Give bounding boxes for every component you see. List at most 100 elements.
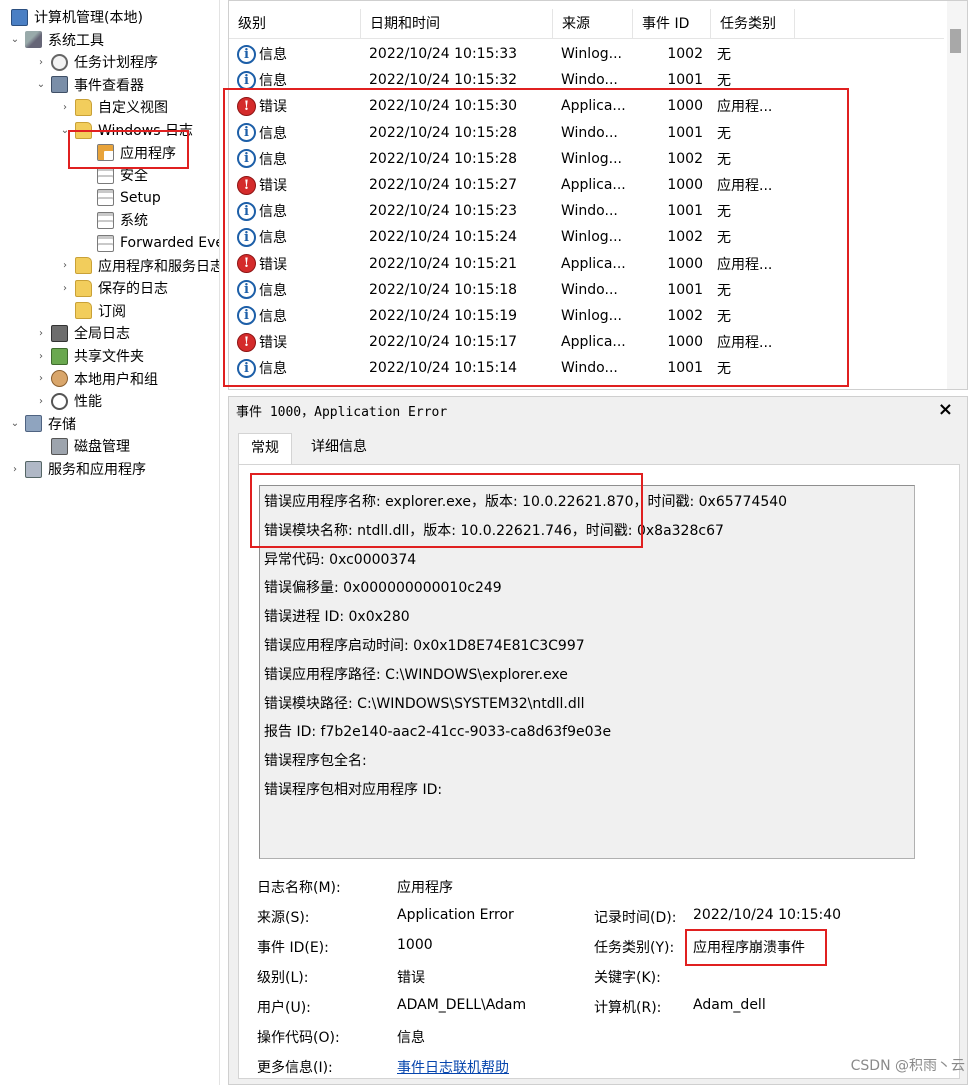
tab-details[interactable]: 详细信息 <box>299 433 379 465</box>
scrollbar-thumb[interactable] <box>950 29 961 53</box>
tree-node-label: 任务计划程序 <box>74 55 158 72</box>
table-row[interactable]: ! 错误 2022/10/24 10:15:30 Applica... 1000 应用程.… <box>229 93 944 119</box>
source-cell: Applica... <box>561 177 626 194</box>
column-header-source[interactable]: 来源 <box>553 9 633 39</box>
chevron-down-icon[interactable]: ⌄ <box>8 34 22 45</box>
event-list: 级别 日期和时间 来源 事件 ID 任务类别 i 信息 2022/10/24 10:… <box>228 0 968 390</box>
tree-node[interactable]: Setup <box>80 187 161 209</box>
datetime-cell: 2022/10/24 10:15:28 <box>369 124 518 141</box>
tree-node[interactable]: › 服务和应用程序 <box>8 458 146 480</box>
opcode-label: 操作代码(O): <box>257 1030 340 1046</box>
keywords-label: 关键字(K): <box>594 970 661 986</box>
event-description-box[interactable]: 错误应用程序名称: explorer.exe，版本: 10.0.22621.87… <box>259 485 915 859</box>
tree-node[interactable]: 订阅 <box>58 300 126 322</box>
level-text: 错误 <box>259 335 287 352</box>
tree-node[interactable]: › 本地用户和组 <box>34 368 158 390</box>
source-cell: Winlog... <box>561 229 622 246</box>
tree-node[interactable]: Forwarded Even <box>80 232 219 254</box>
tree-node-label: 事件查看器 <box>74 77 144 94</box>
task-category-cell: 无 <box>717 125 731 142</box>
close-icon[interactable]: × <box>938 399 953 420</box>
chevron-right-icon[interactable]: › <box>34 57 48 68</box>
column-header-event-id[interactable]: 事件 ID <box>633 9 711 39</box>
chevron-right-icon[interactable]: › <box>34 328 48 339</box>
event-id-cell: 1001 <box>667 124 703 141</box>
table-row[interactable]: ! 错误 2022/10/24 10:15:21 Applica... 1000 应用程.… <box>229 251 944 277</box>
table-row[interactable]: i 信息 2022/10/24 10:15:23 Windo... 1001 无 <box>229 198 944 224</box>
datetime-cell: 2022/10/24 10:15:24 <box>369 229 518 246</box>
chevron-right-icon[interactable]: › <box>58 102 72 113</box>
table-row[interactable]: i 信息 2022/10/24 10:15:18 Windo... 1001 无 <box>229 277 944 303</box>
info-icon: i <box>237 201 256 221</box>
table-row[interactable]: i 信息 2022/10/24 10:15:28 Winlog... 1002 无 <box>229 146 944 172</box>
table-row[interactable]: i 信息 2022/10/24 10:15:24 Winlog... 1002 无 <box>229 224 944 250</box>
info-icon: i <box>237 44 256 64</box>
table-row[interactable]: ! 错误 2022/10/24 10:15:17 Applica... 1000 应用程.… <box>229 329 944 355</box>
level-cell: i 信息 <box>229 70 361 90</box>
chevron-down-icon[interactable]: ⌄ <box>58 125 72 136</box>
chevron-right-icon[interactable]: › <box>8 464 22 475</box>
tree-node[interactable]: › 性能 <box>34 390 102 412</box>
source-cell: Windo... <box>561 360 618 377</box>
datetime-cell: 2022/10/24 10:15:17 <box>369 334 518 351</box>
tree-node-label: 应用程序和服务日志 <box>98 258 220 275</box>
datetime-cell: 2022/10/24 10:15:23 <box>369 203 518 220</box>
event-id-cell: 1001 <box>667 281 703 298</box>
level-cell: i 信息 <box>229 149 361 169</box>
table-row[interactable]: i 信息 2022/10/24 10:15:19 Winlog... 1002 无 <box>229 303 944 329</box>
task-category-cell: 应用程... <box>717 335 773 352</box>
chevron-right-icon[interactable]: › <box>58 260 72 271</box>
disk-icon <box>51 437 68 455</box>
task-category-cell: 应用程... <box>717 256 773 273</box>
tree-node[interactable]: ⌄ 存储 <box>8 413 76 435</box>
user-label: 用户(U): <box>257 1000 311 1016</box>
tree-node[interactable]: 安全 <box>80 164 148 186</box>
chevron-down-icon[interactable]: ⌄ <box>34 79 48 90</box>
vertical-scrollbar[interactable] <box>947 1 967 389</box>
tools-icon <box>25 31 42 49</box>
tree-node[interactable]: 计算机管理(本地) <box>0 6 143 28</box>
tree-node[interactable]: 磁盘管理 <box>34 435 130 457</box>
level-label: 级别(L): <box>257 970 309 986</box>
more-info-link[interactable]: 事件日志联机帮助 <box>397 1057 509 1077</box>
tree-node[interactable]: ⌄ 系统工具 <box>8 29 104 51</box>
description-line: 错误应用程序路径: C:\WINDOWS\explorer.exe <box>264 666 568 683</box>
table-row[interactable]: ! 错误 2022/10/24 10:15:27 Applica... 1000 应用程.… <box>229 172 944 198</box>
table-row[interactable]: i 信息 2022/10/24 10:15:33 Winlog... 1002 无 <box>229 41 944 67</box>
column-header-task-category[interactable]: 任务类别 <box>711 9 795 39</box>
table-row[interactable]: i 信息 2022/10/24 10:15:32 Windo... 1001 无 <box>229 67 944 93</box>
tree-node[interactable]: 系统 <box>80 209 148 231</box>
chevron-right-icon[interactable]: › <box>58 283 72 294</box>
table-row[interactable]: i 信息 2022/10/24 10:15:14 Windo... 1001 无 <box>229 355 944 381</box>
table-row[interactable]: i 信息 2022/10/24 10:15:28 Windo... 1001 无 <box>229 120 944 146</box>
chevron-right-icon[interactable]: › <box>34 373 48 384</box>
log-icon <box>97 211 114 229</box>
tree-node[interactable]: › 应用程序和服务日志 <box>58 255 220 277</box>
source-cell: Windo... <box>561 281 618 298</box>
event-id-cell: 1001 <box>667 360 703 377</box>
computer-label: 计算机(R): <box>594 1000 662 1016</box>
level-text: 信息 <box>259 308 287 325</box>
source-cell: Winlog... <box>561 150 622 167</box>
tree-node-label: 订阅 <box>98 303 126 320</box>
tree-node[interactable]: ⌄ 事件查看器 <box>34 74 144 96</box>
column-header-datetime[interactable]: 日期和时间 <box>361 9 553 39</box>
tree-node[interactable]: › 全局日志 <box>34 322 130 344</box>
tree-node-label: Forwarded Even <box>120 235 219 251</box>
chevron-right-icon[interactable]: › <box>34 351 48 362</box>
tree-node-label: 系统工具 <box>48 32 104 49</box>
chevron-down-icon[interactable]: ⌄ <box>8 418 22 429</box>
source-cell: Windo... <box>561 124 618 141</box>
tree-node[interactable]: › 共享文件夹 <box>34 345 144 367</box>
tree-node[interactable]: › 自定义视图 <box>58 96 168 118</box>
column-header-level[interactable]: 级别 <box>229 9 361 39</box>
tree-node[interactable]: ⌄ Windows 日志 <box>58 119 193 141</box>
tree-node[interactable]: 应用程序 <box>80 142 176 164</box>
event-id-cell: 1002 <box>667 150 703 167</box>
tree-node[interactable]: › 保存的日志 <box>58 277 168 299</box>
chevron-right-icon[interactable]: › <box>34 396 48 407</box>
tab-general[interactable]: 常规 <box>238 433 292 465</box>
datetime-cell: 2022/10/24 10:15:18 <box>369 281 518 298</box>
tree-node[interactable]: › 任务计划程序 <box>34 51 158 73</box>
error-icon: ! <box>237 332 256 352</box>
